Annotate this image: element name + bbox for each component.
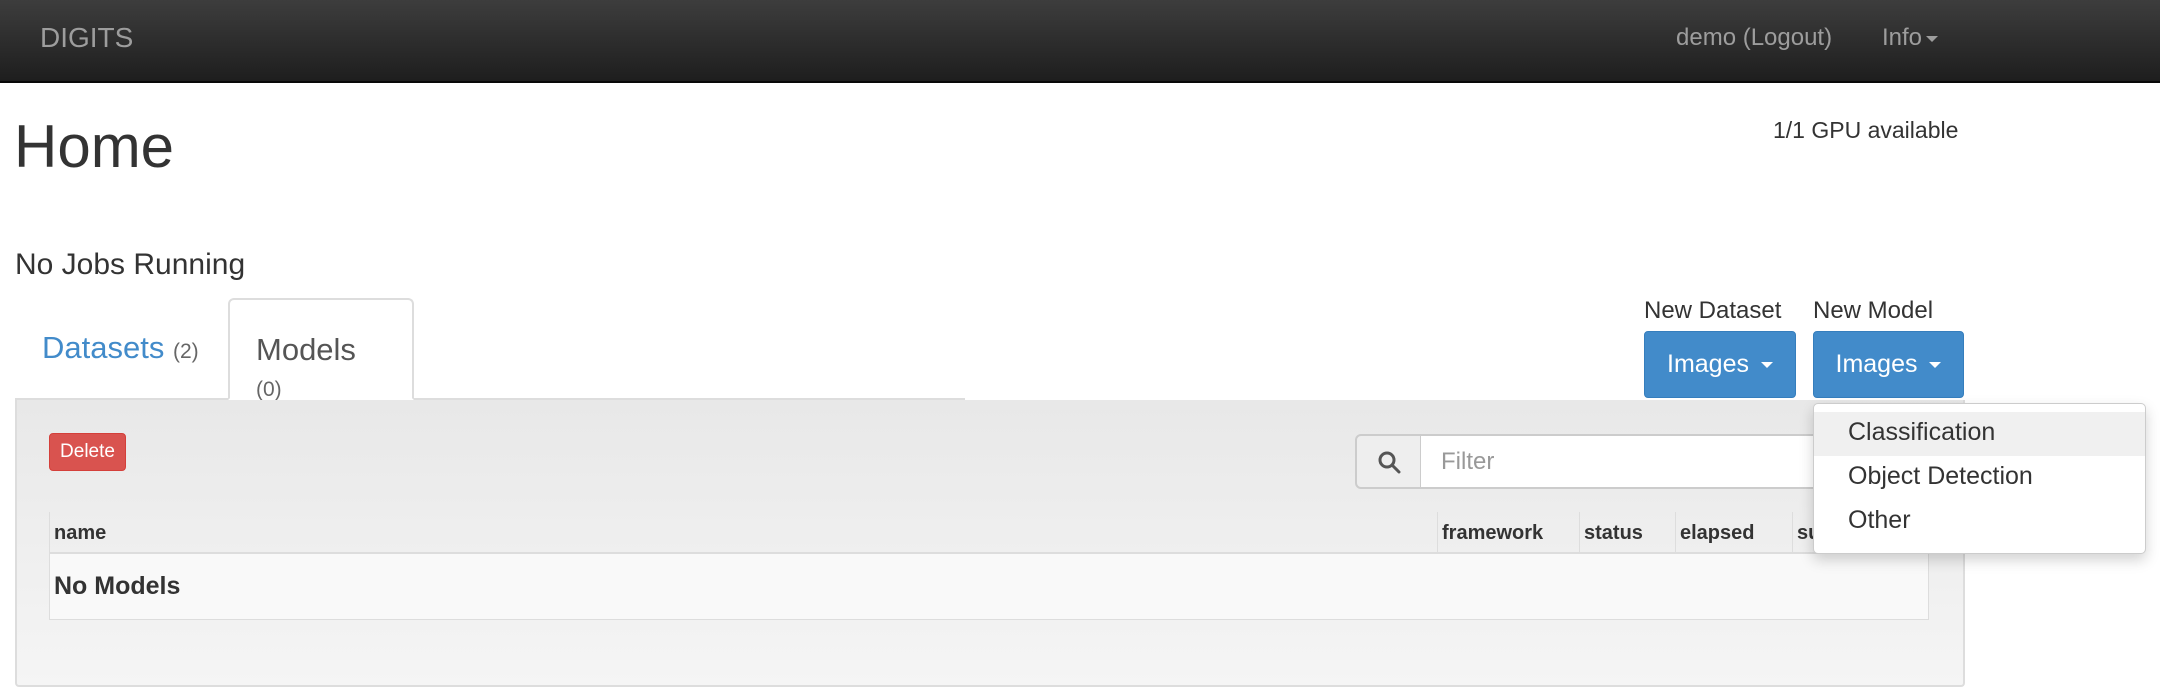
menu-item-object-detection[interactable]: Object Detection <box>1814 456 2145 500</box>
new-model-dropdown-menu: Classification Object Detection Other <box>1813 403 2146 554</box>
empty-table-message: No Models <box>54 572 181 600</box>
table-row <box>49 554 1929 620</box>
caret-down-icon <box>1929 361 1942 368</box>
caret-down-icon <box>1760 361 1773 368</box>
top-navbar: DIGITS demo (Logout) Info <box>0 0 2160 83</box>
new-dataset-button-label: Images <box>1667 350 1749 378</box>
column-header-status[interactable]: status <box>1579 512 1675 552</box>
column-header-elapsed[interactable]: elapsed <box>1675 512 1792 552</box>
tab-models[interactable]: Models (0) <box>228 298 414 401</box>
new-model-images-button[interactable]: Images <box>1813 331 1964 398</box>
search-icon <box>1378 451 1400 473</box>
search-icon-addon <box>1355 434 1422 489</box>
column-header-name[interactable]: name <box>49 512 1437 552</box>
new-model-button-label: Images <box>1835 350 1918 378</box>
tab-models-count: (0) <box>256 378 282 401</box>
tab-datasets-label: Datasets <box>42 330 165 365</box>
info-menu-label: Info <box>1882 24 1923 51</box>
brand-logo-link[interactable]: DIGITS <box>40 22 133 54</box>
page-title: Home <box>14 113 175 180</box>
new-dataset-label: New Dataset <box>1644 297 1782 324</box>
column-header-framework[interactable]: framework <box>1437 512 1579 552</box>
new-dataset-images-button[interactable]: Images <box>1644 331 1796 398</box>
gpu-status: 1/1 GPU available <box>1773 117 1959 143</box>
menu-item-other[interactable]: Other <box>1814 500 2145 544</box>
tab-datasets[interactable]: Datasets (2) <box>16 298 225 400</box>
menu-item-classification[interactable]: Classification <box>1814 412 2145 456</box>
jobs-status: No Jobs Running <box>15 248 246 281</box>
info-menu[interactable]: Info <box>1882 24 1939 52</box>
tab-datasets-count: (2) <box>172 340 199 363</box>
logout-link[interactable]: demo (Logout) <box>1676 24 1832 52</box>
tab-models-label: Models <box>256 332 356 367</box>
delete-button[interactable]: Delete <box>49 433 126 471</box>
caret-down-icon <box>1926 35 1939 42</box>
new-model-label: New Model <box>1813 297 1934 324</box>
